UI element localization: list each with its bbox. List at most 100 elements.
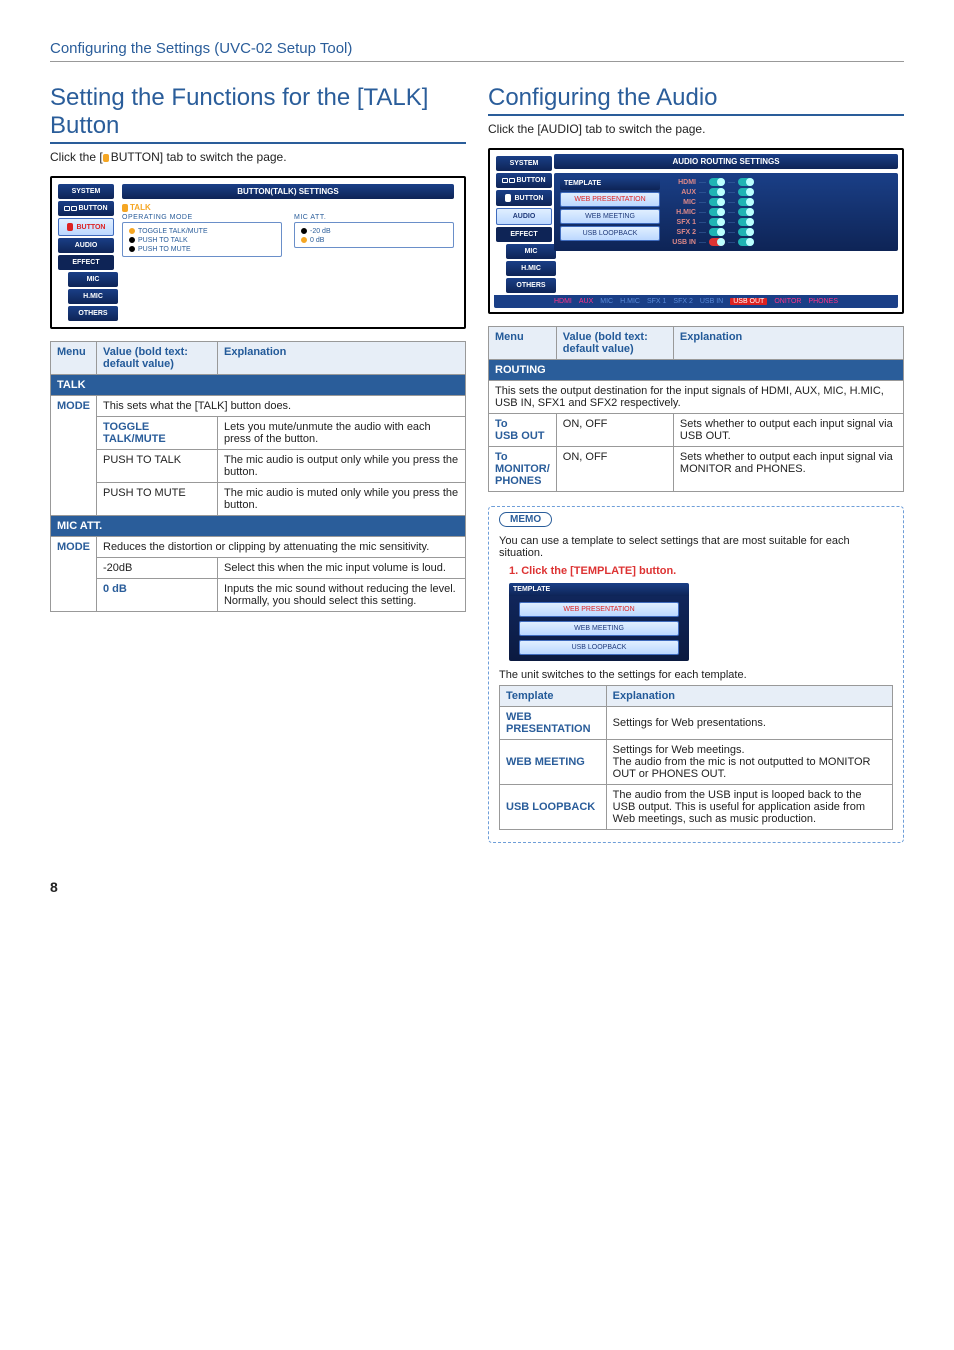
sidebar-others[interactable]: OTHERS [68, 306, 118, 321]
sidebar-effect[interactable]: EFFECT [58, 255, 114, 270]
th-menu: Menu [489, 327, 557, 360]
tmpl-v1: Settings for Web presentations. [606, 707, 892, 740]
th-value: Value (bold text: default value) [97, 342, 218, 375]
cell-exp-20db: Select this when the mic input volume is… [217, 558, 465, 579]
lead-audio: Click the [AUDIO] tab to switch the page… [488, 122, 904, 136]
tmpl-usb-loop[interactable]: USB LOOPBACK [560, 226, 660, 241]
sidebar-others[interactable]: OTHERS [506, 278, 556, 293]
sidebar-button-2[interactable]: BUTTON [496, 190, 552, 206]
talk-screenshot: SYSTEM BUTTON BUTTON AUDIO EFFECT MIC H.… [50, 176, 466, 329]
toggle[interactable] [738, 228, 754, 236]
th-explanation: Explanation [217, 342, 465, 375]
panel-title: BUTTON(TALK) SETTINGS [122, 184, 454, 199]
talk-tag: TALK [130, 203, 151, 212]
mic-icon [122, 204, 128, 212]
toggle[interactable] [709, 228, 725, 236]
tmpl-k1: WEB PRESENTATION [500, 707, 607, 740]
template-table: Template Explanation WEB PRESENTATION Se… [499, 685, 893, 830]
routing-desc: This sets the output destination for the… [489, 381, 904, 414]
cell-to-usb: To USB OUT [489, 414, 557, 447]
sidebar-audio[interactable]: AUDIO [58, 238, 114, 253]
sidebar-system[interactable]: SYSTEM [58, 184, 114, 199]
route-row: USB IN—— [670, 237, 892, 247]
op-opt-push-mute[interactable]: PUSH TO MUTE [129, 245, 275, 254]
memo-box: MEMO You can use a template to select se… [488, 506, 904, 843]
memo-step: 1. Click the [TEMPLATE] button. [509, 565, 893, 577]
cell-val-usb: ON, OFF [556, 414, 673, 447]
op-opt-toggle[interactable]: TOGGLE TALK/MUTE [129, 227, 275, 236]
route-row: SFX 2—— [670, 227, 892, 237]
route-bottom-bar: HDMI AUX MIC H.MIC SFX 1 SFX 2 USB IN US… [494, 295, 898, 308]
cell-att-desc: Reduces the distortion or clipping by at… [97, 537, 466, 558]
th-explanation: Explanation [673, 327, 903, 360]
bar-talk: TALK [51, 375, 466, 396]
bar-mic-att: MIC ATT. [51, 516, 466, 537]
tmpl-web-pres[interactable]: WEB PRESENTATION [560, 192, 660, 207]
sidebar-audio[interactable]: AUDIO [496, 208, 552, 225]
page-header: Configuring the Settings (UVC-02 Setup T… [50, 40, 904, 62]
route-row: MIC—— [670, 197, 892, 207]
cell-val-toggle: TOGGLE TALK/MUTE [97, 417, 218, 450]
op-mode-label: OPERATING MODE [122, 214, 282, 221]
toggle[interactable] [709, 208, 725, 216]
sidebar-hmic[interactable]: H.MIC [506, 261, 556, 276]
th-menu: Menu [51, 342, 97, 375]
toggle[interactable] [709, 238, 725, 246]
sidebar-effect[interactable]: EFFECT [496, 227, 552, 242]
tmpl-usb-loop[interactable]: USB LOOPBACK [519, 640, 679, 655]
toggle[interactable] [738, 178, 754, 186]
memo-text: You can use a template to select setting… [499, 535, 893, 559]
th-explanation: Explanation [606, 686, 892, 707]
toggle[interactable] [738, 218, 754, 226]
section-title-audio: Configuring the Audio [488, 84, 904, 116]
cell-val-push-talk: PUSH TO TALK [97, 450, 218, 483]
toggle[interactable] [738, 238, 754, 246]
sidebar-system[interactable]: SYSTEM [496, 156, 552, 171]
sidebar-mic[interactable]: MIC [506, 244, 556, 259]
att-opt-20[interactable]: -20 dB [301, 227, 447, 236]
cell-val-monitor: ON, OFF [556, 447, 673, 492]
sidebar-mic[interactable]: MIC [68, 272, 118, 287]
sidebar-hmic[interactable]: H.MIC [68, 289, 118, 304]
toggle[interactable] [709, 218, 725, 226]
mic-att-label: MIC ATT. [294, 214, 454, 221]
tmpl-web-meet[interactable]: WEB MEETING [560, 209, 660, 224]
toggle[interactable] [738, 198, 754, 206]
sidebar-button-2[interactable]: BUTTON [58, 218, 114, 236]
cell-exp-usb: Sets whether to output each input signal… [673, 414, 903, 447]
tmpl-k3: USB LOOPBACK [500, 785, 607, 830]
route-row: HDMI—— [670, 177, 892, 187]
page-number: 8 [50, 879, 904, 895]
tmpl-v2: Settings for Web meetings. The audio fro… [606, 740, 892, 785]
sidebar-button-1[interactable]: BUTTON [58, 201, 114, 216]
toggle[interactable] [738, 188, 754, 196]
audio-spec-table: Menu Value (bold text: default value) Ex… [488, 326, 904, 492]
bar-routing: ROUTING [489, 360, 904, 381]
cell-val-0db: 0 dB [97, 579, 218, 612]
template-head: TEMPLATE [560, 177, 660, 190]
cell-val-push-mute: PUSH TO MUTE [97, 483, 218, 516]
toggle[interactable] [709, 198, 725, 206]
cell-to-monitor: To MONITOR/ PHONES [489, 447, 557, 492]
cell-mode-att: MODE [51, 537, 97, 612]
mic-icon [103, 154, 109, 162]
talk-spec-table: Menu Value (bold text: default value) Ex… [50, 341, 466, 612]
panel-title-audio: AUDIO ROUTING SETTINGS [554, 154, 898, 169]
tmpl-web-meet[interactable]: WEB MEETING [519, 621, 679, 636]
toggle[interactable] [738, 208, 754, 216]
route-row: AUX—— [670, 187, 892, 197]
cell-exp-toggle: Lets you mute/unmute the audio with each… [217, 417, 465, 450]
cell-val-20db: -20dB [97, 558, 218, 579]
att-opt-0[interactable]: 0 dB [301, 236, 447, 245]
route-row: SFX 1—— [670, 217, 892, 227]
op-opt-push-talk[interactable]: PUSH TO TALK [129, 236, 275, 245]
audio-screenshot: SYSTEM BUTTON BUTTON AUDIO EFFECT MIC H.… [488, 148, 904, 314]
route-row: H.MIC—— [670, 207, 892, 217]
tmpl-web-pres[interactable]: WEB PRESENTATION [519, 602, 679, 617]
template-mini-shot: TEMPLATE WEB PRESENTATION WEB MEETING US… [509, 583, 689, 661]
toggle[interactable] [709, 178, 725, 186]
sidebar-button-1[interactable]: BUTTON [496, 173, 552, 188]
memo-after-shot: The unit switches to the settings for ea… [499, 669, 893, 681]
tmpl-v3: The audio from the USB input is looped b… [606, 785, 892, 830]
toggle[interactable] [709, 188, 725, 196]
